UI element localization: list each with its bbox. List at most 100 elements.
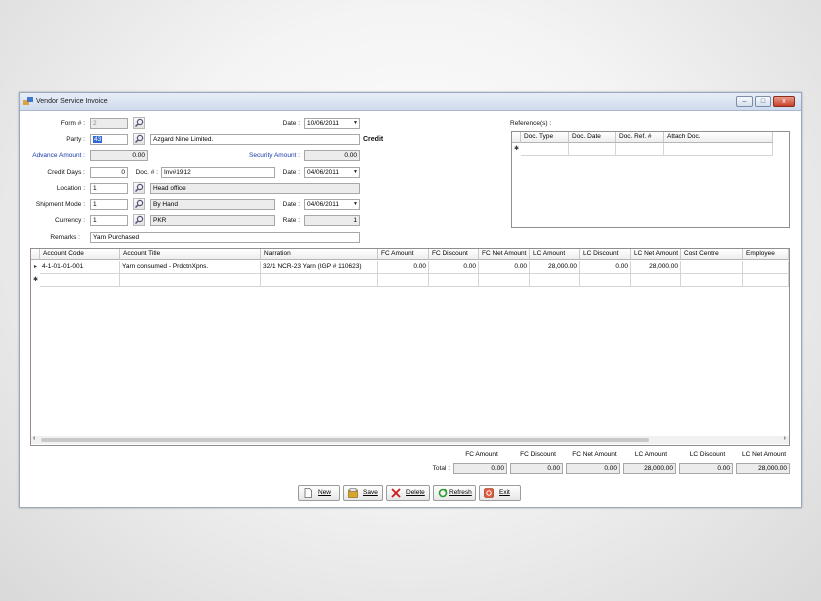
table-cell[interactable]: 28,000.00 xyxy=(631,261,681,274)
new-row-cell[interactable] xyxy=(378,274,429,287)
scroll-right-icon[interactable]: › xyxy=(784,435,786,442)
ref-col-doc-ref[interactable]: Doc. Ref. # xyxy=(616,132,664,143)
col-lc-net-amount[interactable]: LC Net Amount xyxy=(631,249,681,260)
date-value: 10/06/2011 xyxy=(307,120,340,127)
refresh-button[interactable]: Refresh xyxy=(433,485,476,501)
ref-new-cell[interactable] xyxy=(521,143,569,156)
vendor-service-invoice-window: Vendor Service Invoice – □ x Form # : 2 … xyxy=(19,92,802,508)
app-icon xyxy=(23,97,33,105)
close-button[interactable]: x xyxy=(773,96,795,107)
location-search-button[interactable] xyxy=(133,182,145,194)
col-fc-net-amount[interactable]: FC Net Amount xyxy=(479,249,530,260)
total-label: Total : xyxy=(432,465,450,472)
scrollbar-thumb[interactable] xyxy=(41,438,649,442)
new-row-cell[interactable] xyxy=(631,274,681,287)
exit-icon xyxy=(484,488,494,498)
doc-date-field[interactable]: 04/06/2011 ▼ xyxy=(304,167,360,178)
title-bar: Vendor Service Invoice – □ x xyxy=(20,93,801,111)
ref-grid-corner xyxy=(512,132,521,143)
references-grid[interactable]: Doc. Type Doc. Date Doc. Ref. # Attach D… xyxy=(511,131,790,228)
ref-new-cell[interactable] xyxy=(664,143,773,156)
table-cell[interactable]: 0.00 xyxy=(580,261,631,274)
col-cost-centre[interactable]: Cost Centre xyxy=(681,249,743,260)
total-col-fc-discount: FC Discount xyxy=(520,451,556,458)
advance-amount-label: Advance Amount : xyxy=(32,152,85,159)
new-button[interactable]: New xyxy=(298,485,340,501)
new-row-cell[interactable] xyxy=(429,274,479,287)
ref-col-doc-type[interactable]: Doc. Type xyxy=(521,132,569,143)
ref-new-cell[interactable] xyxy=(569,143,616,156)
col-employee[interactable]: Employee xyxy=(743,249,789,260)
save-icon xyxy=(348,488,358,498)
form-search-button[interactable] xyxy=(133,117,145,129)
table-cell[interactable]: 0.00 xyxy=(378,261,429,274)
table-cell[interactable]: 0.00 xyxy=(479,261,530,274)
new-row-cell[interactable] xyxy=(40,274,120,287)
doc-no-label: Doc. # : xyxy=(135,169,158,176)
delete-button[interactable]: Delete xyxy=(386,485,430,501)
total-col-fc-net-amount: FC Net Amount xyxy=(572,451,617,458)
delete-button-label: Delete xyxy=(406,489,425,496)
currency-code-field[interactable]: 1 xyxy=(90,215,128,226)
remarks-field[interactable]: Yarn Purchased xyxy=(90,232,360,243)
window-title: Vendor Service Invoice xyxy=(36,98,108,105)
date-field[interactable]: 10/06/2011 ▼ xyxy=(304,118,360,129)
credit-days-field[interactable]: 0 xyxy=(90,167,128,178)
table-cell[interactable]: Yarn consumed - PrdctnXpns. xyxy=(120,261,261,274)
total-fc-discount: 0.00 xyxy=(510,463,563,474)
ship-date-field[interactable]: 04/06/2011 ▼ xyxy=(304,199,360,210)
table-cell[interactable] xyxy=(743,261,789,274)
ref-col-doc-date[interactable]: Doc. Date xyxy=(569,132,616,143)
minimize-button[interactable]: – xyxy=(736,96,753,107)
col-fc-amount[interactable]: FC Amount xyxy=(378,249,429,260)
new-row-cell[interactable] xyxy=(261,274,378,287)
col-account-code[interactable]: Account Code xyxy=(40,249,120,260)
party-name-field[interactable]: Azgard Nine Limited. xyxy=(150,134,360,145)
new-document-icon xyxy=(304,488,312,498)
table-cell[interactable]: 4-1-01-01-001 xyxy=(40,261,120,274)
magnifier-icon xyxy=(134,215,144,225)
scroll-left-icon[interactable]: ‹ xyxy=(33,435,35,442)
security-amount-label: Security Amount : xyxy=(249,152,300,159)
col-lc-amount[interactable]: LC Amount xyxy=(530,249,580,260)
exit-button[interactable]: Exit xyxy=(479,485,521,501)
exit-button-label: Exit xyxy=(499,489,510,496)
new-row-cell[interactable] xyxy=(743,274,789,287)
table-cell[interactable]: 0.00 xyxy=(429,261,479,274)
dropdown-arrow-icon: ▼ xyxy=(353,201,358,207)
total-col-lc-amount: LC Amount xyxy=(634,451,668,458)
horizontal-scrollbar[interactable]: ‹ › xyxy=(31,435,789,444)
table-cell[interactable]: 32/1 NCR-23 Yarn (IGP # 110623) xyxy=(261,261,378,274)
new-row-cell[interactable] xyxy=(681,274,743,287)
ref-new-cell[interactable] xyxy=(616,143,664,156)
party-search-button[interactable] xyxy=(133,133,145,145)
col-lc-discount[interactable]: LC Discount xyxy=(580,249,631,260)
new-row-cell[interactable] xyxy=(479,274,530,287)
maximize-button[interactable]: □ xyxy=(755,96,771,107)
shipment-search-button[interactable] xyxy=(133,198,145,210)
table-cell[interactable]: 28,000.00 xyxy=(530,261,580,274)
detail-grid[interactable]: Account Code Account Title Narration FC … xyxy=(30,248,790,446)
ref-col-attach-doc[interactable]: Attach Doc. xyxy=(664,132,773,143)
new-button-label: New xyxy=(318,489,332,496)
col-fc-discount[interactable]: FC Discount xyxy=(429,249,479,260)
col-account-title[interactable]: Account Title xyxy=(120,249,261,260)
new-row-cell[interactable] xyxy=(120,274,261,287)
shipment-code-field[interactable]: 1 xyxy=(90,199,128,210)
ship-date-label: Date : xyxy=(282,201,300,208)
save-button[interactable]: Save xyxy=(343,485,383,501)
currency-search-button[interactable] xyxy=(133,214,145,226)
table-cell[interactable] xyxy=(681,261,743,274)
col-narration[interactable]: Narration xyxy=(261,249,378,260)
remarks-label: Remarks : xyxy=(50,234,80,241)
new-row-cell[interactable] xyxy=(580,274,631,287)
party-code-field[interactable]: 43 xyxy=(90,134,128,145)
delete-icon xyxy=(391,488,401,498)
total-col-fc-amount: FC Amount xyxy=(465,451,498,458)
dropdown-arrow-icon: ▼ xyxy=(353,120,358,126)
rate-field: 1 xyxy=(304,215,360,226)
location-code-field[interactable]: 1 xyxy=(90,183,128,194)
new-row-cell[interactable] xyxy=(530,274,580,287)
doc-no-field[interactable]: Inv#1912 xyxy=(161,167,275,178)
refresh-icon xyxy=(438,488,448,498)
